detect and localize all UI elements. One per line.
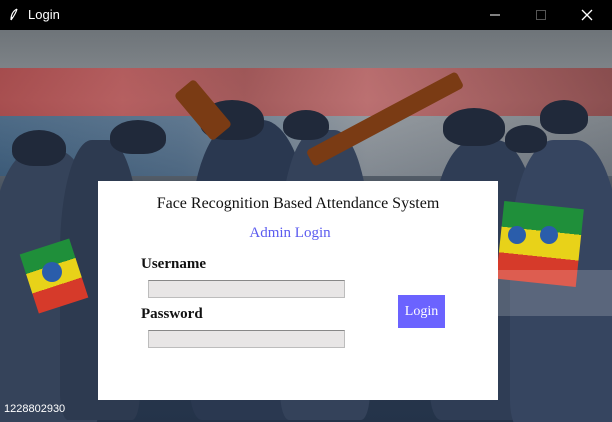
window-title: Login xyxy=(28,7,60,22)
login-button[interactable]: Login xyxy=(398,295,445,328)
close-icon xyxy=(581,6,593,25)
username-input[interactable] xyxy=(148,280,345,298)
minimize-icon xyxy=(489,6,501,25)
minimize-button[interactable] xyxy=(472,0,518,30)
admin-login-subtitle: Admin Login xyxy=(249,225,331,241)
feather-icon xyxy=(9,7,19,21)
username-label: Username xyxy=(141,256,206,272)
password-input[interactable] xyxy=(148,330,345,348)
maximize-button[interactable] xyxy=(518,0,564,30)
login-panel: Face Recognition Based Attendance System… xyxy=(98,181,498,400)
maximize-icon xyxy=(535,6,547,25)
background-caption: 1228802930 xyxy=(4,403,66,415)
close-button[interactable] xyxy=(564,0,610,30)
system-title: Face Recognition Based Attendance System xyxy=(156,195,440,212)
title-bar: Login xyxy=(0,0,612,30)
password-label: Password xyxy=(141,306,203,322)
